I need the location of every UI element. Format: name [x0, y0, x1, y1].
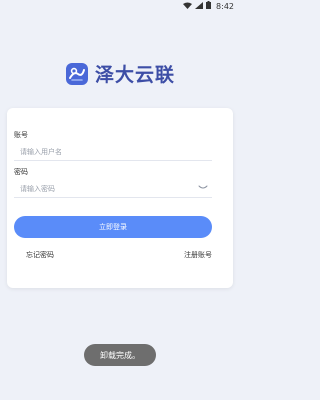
battery-icon	[206, 1, 212, 11]
password-label: 密码	[14, 168, 28, 176]
wifi-icon	[183, 2, 193, 11]
login-screen: 8:42 泽大云联 账号 密码 立即登录 忘记密码 注册账号 卸载完成。	[0, 0, 240, 400]
toast-message: 卸载完成。	[84, 344, 156, 366]
login-button[interactable]: 立即登录	[14, 216, 212, 238]
status-time: 8:42	[216, 1, 234, 11]
forgot-password-link[interactable]: 忘记密码	[26, 250, 54, 260]
brand-name: 泽大云联	[94, 64, 175, 86]
account-label: 账号	[14, 131, 28, 139]
zeda-logo-icon	[65, 62, 89, 86]
eye-closed-icon[interactable]	[196, 182, 210, 192]
account-input[interactable]	[14, 143, 212, 161]
login-card	[7, 108, 233, 288]
brand-header: 泽大云联	[0, 60, 240, 87]
register-link[interactable]: 注册账号	[184, 250, 212, 260]
password-input[interactable]	[14, 180, 212, 198]
status-bar: 8:42	[0, 0, 240, 12]
signal-icon	[195, 1, 204, 11]
